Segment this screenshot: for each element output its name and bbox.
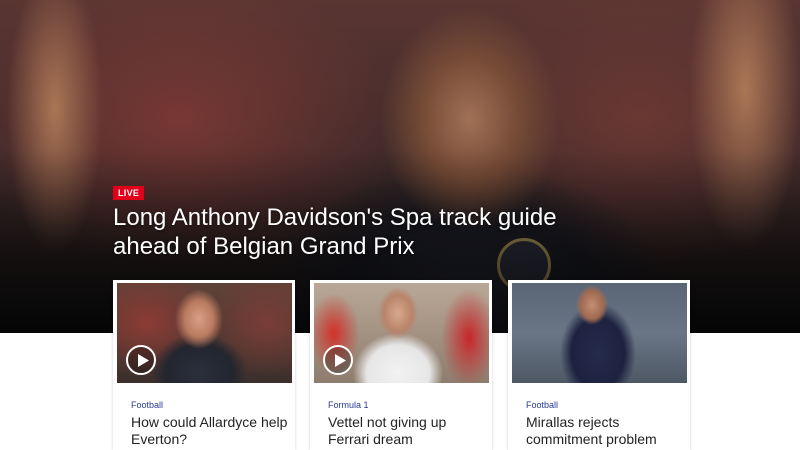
story-card[interactable]: Football How could Allardyce help Everto… — [113, 280, 295, 450]
story-title[interactable]: How could Allardyce help Everton? — [131, 414, 291, 448]
story-card[interactable]: Formula 1 Vettel not giving up Ferrari d… — [310, 280, 492, 450]
story-title[interactable]: Mirallas rejects commitment problem — [526, 414, 686, 448]
story-card[interactable]: Football Mirallas rejects commitment pro… — [508, 280, 690, 450]
story-thumbnail[interactable] — [512, 283, 687, 383]
story-category[interactable]: Football — [131, 400, 163, 410]
story-category[interactable]: Football — [526, 400, 558, 410]
story-title[interactable]: Vettel not giving up Ferrari dream — [328, 414, 488, 448]
play-icon[interactable] — [323, 345, 353, 375]
story-category[interactable]: Formula 1 — [328, 400, 369, 410]
hero-headline[interactable]: Long Anthony Davidson's Spa track guide … — [113, 203, 593, 261]
story-thumbnail[interactable] — [117, 283, 292, 383]
live-badge: LIVE — [113, 186, 145, 200]
story-thumbnail[interactable] — [314, 283, 489, 383]
play-icon[interactable] — [126, 345, 156, 375]
